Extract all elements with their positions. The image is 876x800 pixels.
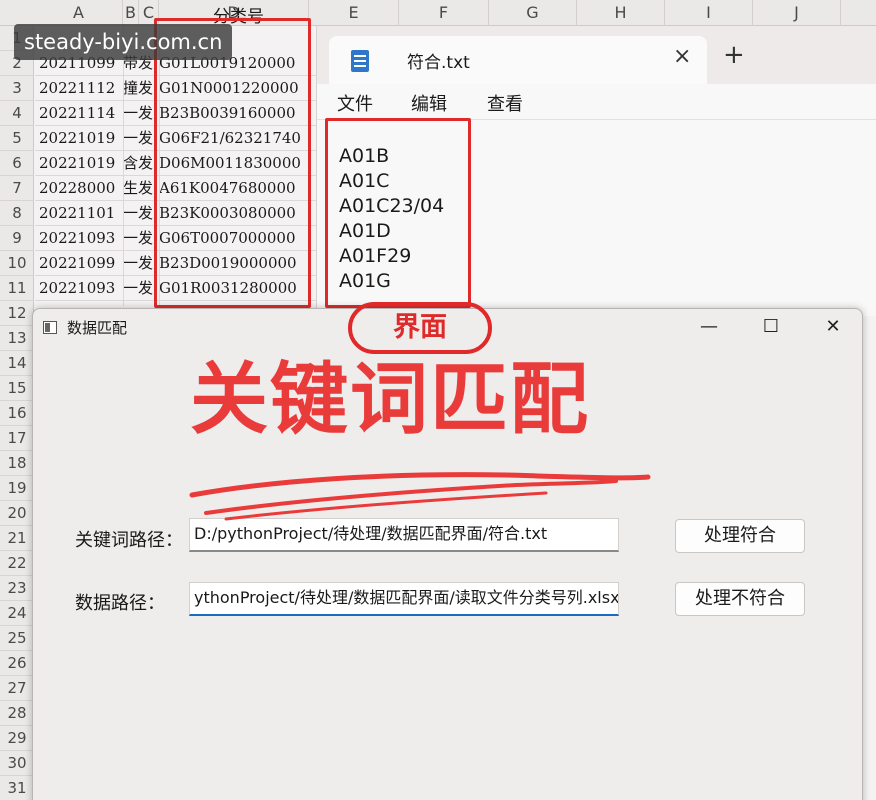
cell-a[interactable]: 20221019 <box>39 126 123 151</box>
close-icon[interactable]: ✕ <box>813 313 853 341</box>
cell-b[interactable]: 一发 <box>123 101 155 126</box>
column-header-f[interactable]: F <box>399 0 489 26</box>
pill-text: 界面 <box>393 312 447 343</box>
row-header-31[interactable]: 31 <box>0 776 34 800</box>
data-path-input[interactable]: ythonProject/待处理/数据匹配界面/读取文件分类号列.xlsx <box>189 582 619 616</box>
column-header-b[interactable]: B <box>123 0 139 26</box>
row-header-20[interactable]: 20 <box>0 501 34 526</box>
row-header-30[interactable]: 30 <box>0 751 34 776</box>
cell-a[interactable]: 20221093 <box>39 276 123 301</box>
watermark: steady-biyi.com.cn <box>14 24 233 60</box>
cell-a[interactable]: 20221093 <box>39 226 123 251</box>
cell-b[interactable]: 一发 <box>123 276 155 301</box>
row-header-3[interactable]: 3 <box>0 76 34 101</box>
column-header-i[interactable]: I <box>665 0 753 26</box>
menu-view[interactable]: 查看 <box>487 90 523 116</box>
notepad-tab-title: 符合.txt <box>407 53 470 73</box>
maximize-icon[interactable]: ☐ <box>751 313 791 341</box>
new-tab-icon[interactable]: + <box>723 42 745 68</box>
cell-a[interactable]: 20221099 <box>39 251 123 276</box>
row-header-14[interactable]: 14 <box>0 351 34 376</box>
cell-b[interactable]: 一发 <box>123 251 155 276</box>
row-header-12[interactable]: 12 <box>0 301 34 326</box>
cell-b[interactable]: 撞发 <box>123 76 155 101</box>
cell-b[interactable]: 含发 <box>123 151 155 176</box>
headline-overlay: 关键词匹配 <box>190 355 591 445</box>
row-header-25[interactable]: 25 <box>0 626 34 651</box>
keyword-path-label: 关键词路径： <box>75 530 183 551</box>
row-header-27[interactable]: 27 <box>0 676 34 701</box>
cell-a[interactable]: 20221112 <box>39 76 123 101</box>
row-header-11[interactable]: 11 <box>0 276 34 301</box>
cell-a[interactable]: 20228000 <box>39 176 123 201</box>
interface-pill-badge: 界面 <box>348 302 492 354</box>
dialog-title: 数据匹配 <box>67 319 128 337</box>
process-nonmatch-button[interactable]: 处理不符合 <box>675 582 805 616</box>
row-header-9[interactable]: 9 <box>0 226 34 251</box>
menu-file[interactable]: 文件 <box>337 90 373 116</box>
row-header-18[interactable]: 18 <box>0 451 34 476</box>
row-header-13[interactable]: 13 <box>0 326 34 351</box>
row-header-22[interactable]: 22 <box>0 551 34 576</box>
app-icon <box>43 321 57 334</box>
column-header-j[interactable]: J <box>753 0 841 26</box>
notepad-menu-bar: 文件 编辑 查看 <box>317 84 876 120</box>
row-header-26[interactable]: 26 <box>0 651 34 676</box>
row-header-28[interactable]: 28 <box>0 701 34 726</box>
column-header-e[interactable]: E <box>309 0 399 26</box>
row-header-10[interactable]: 10 <box>0 251 34 276</box>
row-header-7[interactable]: 7 <box>0 176 34 201</box>
row-header-4[interactable]: 4 <box>0 101 34 126</box>
highlight-box-keywords <box>325 118 471 308</box>
brush-stroke-decoration <box>189 472 651 521</box>
notepad-tab-bar: 符合.txt × + <box>317 26 876 84</box>
cell-b[interactable]: 一发 <box>123 201 155 226</box>
column-header-a[interactable]: A <box>35 0 123 26</box>
row-header-19[interactable]: 19 <box>0 476 34 501</box>
cell-b[interactable]: 一发 <box>123 226 155 251</box>
row-header-21[interactable]: 21 <box>0 526 34 551</box>
row-header-8[interactable]: 8 <box>0 201 34 226</box>
cell-b[interactable]: 一发 <box>123 126 155 151</box>
column-header-bar: A B C D E F G H I J <box>0 0 876 26</box>
cell-a[interactable]: 20221019 <box>39 151 123 176</box>
grid-line <box>123 26 124 306</box>
cell-a[interactable]: 20221114 <box>39 101 123 126</box>
notepad-tab[interactable]: 符合.txt × <box>329 36 707 84</box>
process-match-button[interactable]: 处理符合 <box>675 519 805 553</box>
row-header-17[interactable]: 17 <box>0 426 34 451</box>
highlight-box-column-d <box>154 18 311 308</box>
column-header-h[interactable]: H <box>577 0 665 26</box>
row-header-15[interactable]: 15 <box>0 376 34 401</box>
row-header-24[interactable]: 24 <box>0 601 34 626</box>
row-header-23[interactable]: 23 <box>0 576 34 601</box>
notepad-file-icon <box>351 50 369 72</box>
cell-a[interactable]: 20221101 <box>39 201 123 226</box>
row-header-29[interactable]: 29 <box>0 726 34 751</box>
row-header-6[interactable]: 6 <box>0 151 34 176</box>
row-header-16[interactable]: 16 <box>0 401 34 426</box>
menu-edit[interactable]: 编辑 <box>411 90 447 116</box>
data-path-label: 数据路径： <box>75 593 165 614</box>
cell-b[interactable]: 生发 <box>123 176 155 201</box>
row-header-5[interactable]: 5 <box>0 126 34 151</box>
column-header-g[interactable]: G <box>489 0 577 26</box>
close-icon[interactable]: × <box>673 44 691 69</box>
row-header-bar: 1234567891011121314151617181920212223242… <box>0 26 34 800</box>
minimize-icon[interactable]: — <box>689 313 729 341</box>
